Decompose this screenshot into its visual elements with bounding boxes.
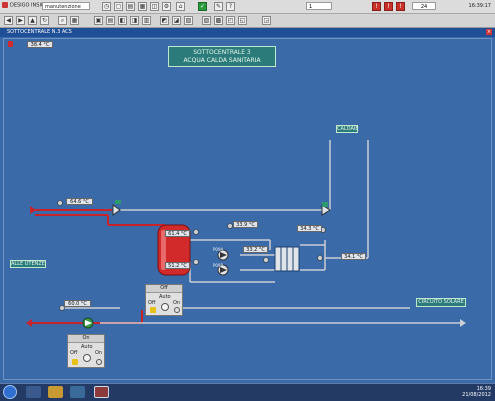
windows-taskbar: 16:39 21/08/2012 bbox=[0, 383, 495, 401]
pump-mode-on[interactable]: On bbox=[95, 350, 102, 356]
trend-icon[interactable]: ◫ bbox=[150, 2, 159, 11]
tool-icon-4[interactable]: ◨ bbox=[130, 16, 139, 25]
grid-icon[interactable]: ▦ bbox=[70, 16, 79, 25]
outdoor-temp-value[interactable]: 38.4 °C bbox=[27, 41, 53, 48]
tool-icon-10[interactable]: ▩ bbox=[214, 16, 223, 25]
pump-mode-auto[interactable]: Auto bbox=[81, 344, 93, 350]
help-icon[interactable]: ? bbox=[226, 2, 235, 11]
app-taskbar-icon[interactable] bbox=[94, 386, 109, 398]
pump-control-panel[interactable]: On Auto Off On bbox=[67, 334, 105, 368]
primary-out-temp-value[interactable]: 33.2 °C bbox=[243, 246, 268, 253]
app-logo-icon bbox=[2, 2, 8, 8]
boiler-mode-dial[interactable] bbox=[161, 303, 169, 311]
alarm-icon-2[interactable]: ! bbox=[384, 2, 393, 11]
plant-frame bbox=[3, 38, 492, 380]
page-title: SOTTOCENTRALE N.3 ACS bbox=[7, 29, 72, 35]
tool-icon-12[interactable]: ◱ bbox=[238, 16, 247, 25]
alarm-count[interactable]: 24 bbox=[412, 2, 436, 10]
supply-temp-value[interactable]: 64.6 °C bbox=[66, 198, 93, 205]
title-line-2: ACQUA CALDA SANITARIA bbox=[183, 57, 261, 64]
tool-icon-5[interactable]: ▥ bbox=[142, 16, 151, 25]
refresh-icon[interactable]: ↻ bbox=[40, 16, 49, 25]
tank-top-temp-value[interactable]: 61.4 °C bbox=[165, 230, 190, 237]
home-icon[interactable]: ⌂ bbox=[176, 2, 185, 11]
alarm-icon-3[interactable]: ! bbox=[396, 2, 405, 11]
boiler-mode-on[interactable]: On bbox=[173, 300, 180, 306]
boiler-mode-auto[interactable]: Auto bbox=[159, 294, 171, 300]
hx-a-temp-value[interactable]: 34.3 °C bbox=[297, 225, 322, 232]
boiler-control-panel[interactable]: Off Auto Off On bbox=[145, 284, 183, 316]
label-circuito-solare: CIRCUITO SOLARE bbox=[416, 298, 466, 307]
tool-icon-13[interactable]: ◲ bbox=[262, 16, 271, 25]
tool-icon-6[interactable]: ◩ bbox=[160, 16, 169, 25]
tool-icon-1[interactable]: ▣ bbox=[94, 16, 103, 25]
settings-icon[interactable]: ⚙ bbox=[162, 2, 171, 11]
report-icon[interactable]: ▦ bbox=[138, 2, 147, 11]
sub-toolbar: ◀ ▶ ▲ ↻ ⌕ ▦ ▣ ▤ ◧ ◨ ▥ ◩ ◪ ▧ ▨ ▩ ◰ ◱ ◲ bbox=[0, 14, 495, 28]
label-caldaie: CALDAIE bbox=[336, 125, 359, 133]
explorer-taskbar-icon[interactable] bbox=[48, 386, 63, 398]
start-button[interactable] bbox=[3, 385, 17, 399]
tool-icon-2[interactable]: ▤ bbox=[106, 16, 115, 25]
tank-bottom-temp-value[interactable]: 51.2 °C bbox=[165, 262, 190, 269]
main-toolbar: DESIGO INSIGHT manutenzione ◷ ▢ ▤ ▦ ◫ ⚙ … bbox=[0, 0, 495, 14]
print-icon[interactable]: ▤ bbox=[126, 2, 135, 11]
boiler-state: Off bbox=[146, 285, 182, 293]
user-field[interactable]: manutenzione bbox=[42, 2, 90, 10]
title-line-1: SOTTOCENTRALE 3 bbox=[193, 49, 251, 56]
pump-mode-dial[interactable] bbox=[83, 354, 91, 362]
pump-state: On bbox=[68, 335, 104, 343]
thermometer-icon bbox=[8, 41, 13, 47]
tray-date: 21/08/2012 bbox=[462, 392, 491, 398]
pump-info-icon[interactable] bbox=[96, 359, 102, 365]
tool-icon-7[interactable]: ◪ bbox=[172, 16, 181, 25]
return-temp-value[interactable]: 60.0 °C bbox=[64, 300, 91, 307]
pump-mode-off[interactable]: Off bbox=[70, 350, 77, 356]
label-utenze: ALLE UTENZE bbox=[10, 260, 46, 268]
system-tray: 16:39 21/08/2012 bbox=[462, 386, 491, 398]
tool-icon-9[interactable]: ▨ bbox=[202, 16, 211, 25]
tool-icon-8[interactable]: ▧ bbox=[184, 16, 193, 25]
alarm-bell-icon[interactable]: ! bbox=[372, 2, 381, 11]
breadcrumb: SOTTOCENTRALE N.3 ACS × bbox=[0, 28, 495, 37]
primary-in-temp-value[interactable]: 33.9 °C bbox=[233, 221, 258, 228]
zoom-icon[interactable]: ⌕ bbox=[58, 16, 67, 25]
notes-icon[interactable]: ✎ bbox=[214, 2, 223, 11]
history-icon[interactable]: ◷ bbox=[102, 2, 111, 11]
pump-lock-icon[interactable] bbox=[72, 359, 78, 365]
media-taskbar-icon[interactable] bbox=[70, 386, 85, 398]
ok-icon[interactable]: ✓ bbox=[198, 2, 207, 11]
ie-taskbar-icon[interactable] bbox=[26, 386, 41, 398]
clock: 16:39:17 bbox=[468, 3, 491, 9]
window-icon[interactable]: ▢ bbox=[114, 2, 123, 11]
tool-icon-11[interactable]: ◰ bbox=[226, 16, 235, 25]
label-pump-p09b: P09B bbox=[213, 263, 224, 268]
close-icon[interactable]: × bbox=[486, 29, 492, 35]
info-icon[interactable] bbox=[174, 307, 180, 313]
label-pump-p09a: P09A bbox=[213, 247, 224, 252]
page-field[interactable]: 1 bbox=[306, 2, 332, 10]
lock-icon[interactable] bbox=[150, 307, 156, 313]
forward-icon[interactable]: ▶ bbox=[16, 16, 25, 25]
up-icon[interactable]: ▲ bbox=[28, 16, 37, 25]
plant-title: SOTTOCENTRALE 3 ACQUA CALDA SANITARIA bbox=[168, 46, 276, 67]
hx-b-temp-value[interactable]: 34.1 °C bbox=[341, 253, 366, 260]
tool-icon-3[interactable]: ◧ bbox=[118, 16, 127, 25]
back-icon[interactable]: ◀ bbox=[4, 16, 13, 25]
boiler-mode-off[interactable]: Off bbox=[148, 300, 155, 306]
